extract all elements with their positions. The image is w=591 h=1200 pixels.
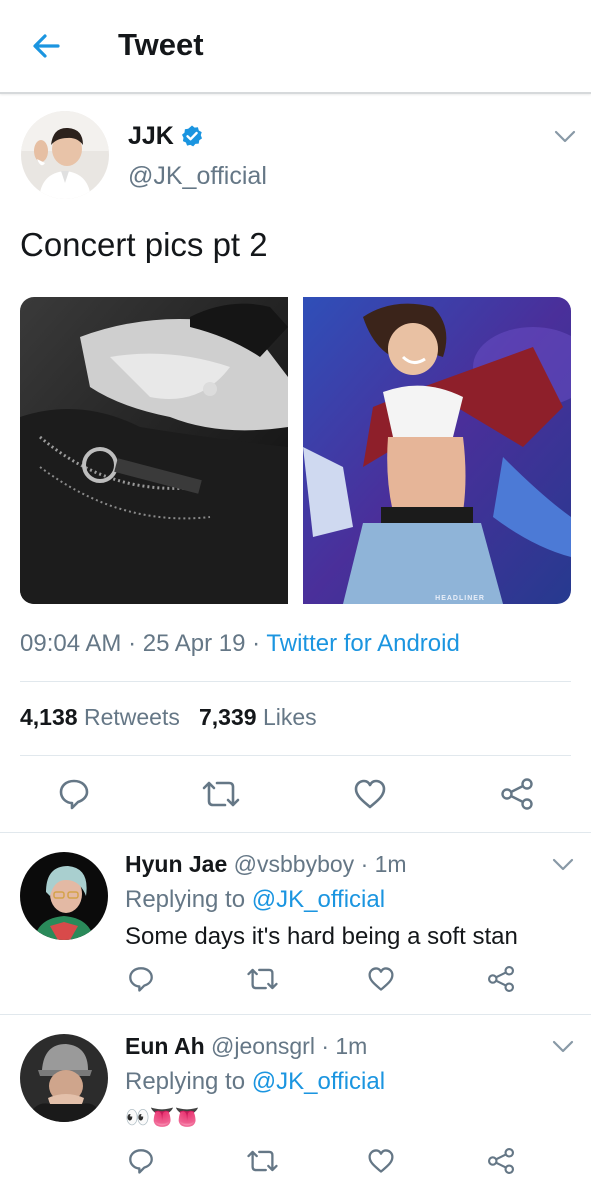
reply-text: Some days it's hard being a soft stan <box>125 923 518 950</box>
like-button[interactable] <box>350 776 390 812</box>
tweet-photo-2[interactable]: HEADLINER <box>303 297 571 604</box>
reply-age: · 1m <box>321 1033 368 1059</box>
reply-author-name[interactable]: Hyun Jae <box>125 851 227 877</box>
photo-watermark: HEADLINER <box>435 595 485 602</box>
reply-icon <box>59 779 89 810</box>
share-button[interactable] <box>485 1146 517 1176</box>
likes-stat[interactable]: 7,339 Likes <box>199 704 317 730</box>
reply-emoji-text: 👀👅👅 <box>125 1107 200 1129</box>
reply-button[interactable] <box>125 1146 157 1176</box>
tweet-text: Concert pics pt 2 <box>20 226 268 263</box>
share-icon <box>501 778 533 810</box>
reply-age: · 1m <box>360 851 407 877</box>
tweet-stats: 4,138 Retweets 7,339 Likes <box>20 704 317 731</box>
tweet-timestamp: 09:04 AM · 25 Apr 19 · Twitter for Andro… <box>20 630 460 657</box>
divider <box>0 832 591 833</box>
chevron-down-icon[interactable] <box>552 858 574 872</box>
replying-to: Replying to @JK_official <box>125 1068 386 1095</box>
divider <box>20 681 571 682</box>
retweets-stat[interactable]: 4,138 Retweets <box>20 704 180 730</box>
divider <box>0 1014 591 1015</box>
reply-button[interactable] <box>125 964 157 994</box>
share-icon <box>487 965 515 993</box>
reply-author-name[interactable]: Eun Ah <box>125 1033 205 1059</box>
author-handle[interactable]: @JK_official <box>128 162 267 191</box>
retweet-icon <box>246 1150 278 1172</box>
tweet-photo-1[interactable] <box>20 297 288 604</box>
reply-author-handle[interactable]: @jeonsgrl <box>211 1033 315 1059</box>
reply-avatar[interactable] <box>20 1034 108 1122</box>
chevron-down-icon[interactable] <box>552 1040 574 1054</box>
reply-header: Hyun Jae @vsbbyboy · 1m <box>125 851 407 878</box>
page-title: Tweet <box>118 27 204 62</box>
retweet-icon <box>246 968 278 990</box>
divider <box>20 755 571 756</box>
heart-icon <box>354 779 386 809</box>
reply-button[interactable] <box>54 776 94 812</box>
arrow-left-icon <box>33 34 60 58</box>
retweet-button[interactable] <box>199 776 243 812</box>
tweet-source-link[interactable]: Twitter for Android <box>266 630 459 657</box>
retweet-button[interactable] <box>244 1146 280 1176</box>
replying-to: Replying to @JK_official <box>125 886 386 913</box>
replying-to-link[interactable]: @JK_official <box>252 886 385 913</box>
reply-author-handle[interactable]: @vsbbyboy <box>234 851 355 877</box>
chevron-down-icon[interactable] <box>554 130 576 144</box>
retweet-icon <box>202 781 240 807</box>
reply-icon <box>129 967 153 992</box>
verified-badge-icon <box>182 125 202 147</box>
retweet-button[interactable] <box>244 964 280 994</box>
heart-icon <box>368 1149 394 1173</box>
reply-header: Eun Ah @jeonsgrl · 1m <box>125 1033 367 1060</box>
share-button[interactable] <box>485 964 517 994</box>
top-app-bar: Tweet <box>0 0 591 94</box>
like-button[interactable] <box>365 1146 397 1176</box>
share-icon <box>487 1147 515 1175</box>
replying-to-link[interactable]: @JK_official <box>252 1068 385 1095</box>
reply-icon <box>129 1149 153 1174</box>
share-button[interactable] <box>497 776 537 812</box>
like-button[interactable] <box>365 964 397 994</box>
author-avatar[interactable] <box>21 111 109 199</box>
author-name[interactable]: JJK <box>128 122 174 151</box>
reply-avatar[interactable] <box>20 852 108 940</box>
back-button[interactable] <box>28 28 64 64</box>
heart-icon <box>368 967 394 991</box>
